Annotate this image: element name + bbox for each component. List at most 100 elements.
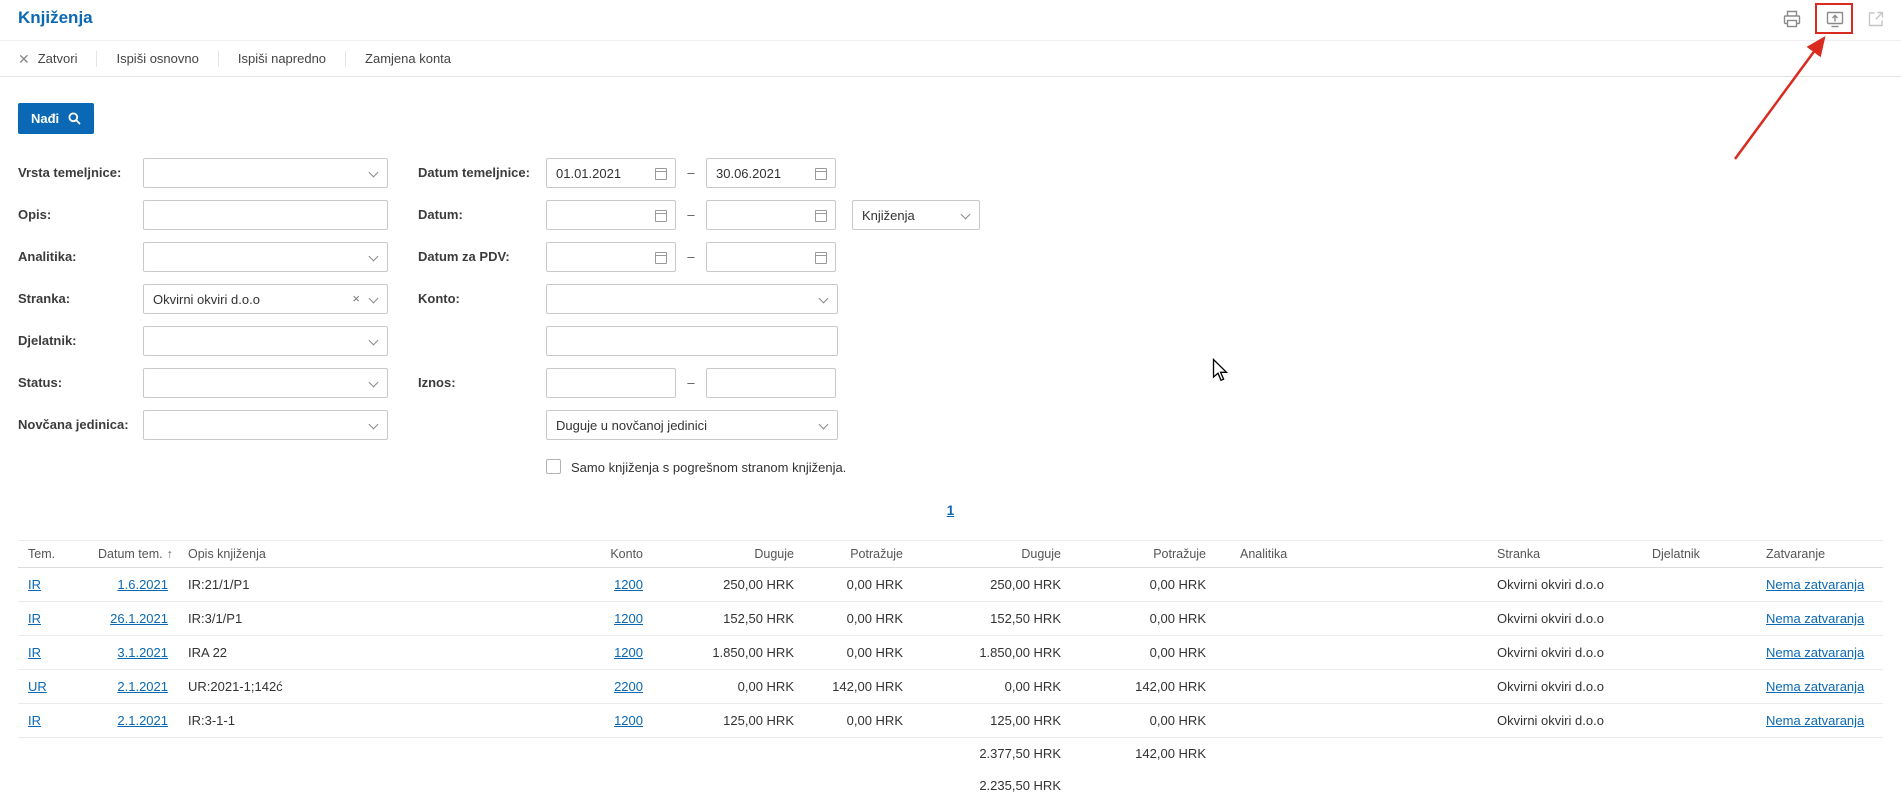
print-advanced-button[interactable]: Ispiši napredno — [238, 51, 326, 66]
calendar-icon — [815, 168, 827, 180]
iznos-mode-select[interactable]: Duguje u novčanoj jedinici — [546, 410, 838, 440]
clear-icon[interactable]: × — [352, 291, 360, 306]
totals-row: 2.377,50 HRK 142,00 HRK — [18, 738, 1883, 770]
konto-text-input[interactable] — [546, 326, 838, 356]
konto-link[interactable]: 1200 — [614, 577, 643, 592]
stranka-select[interactable]: Okvirni okviri d.o.o × — [143, 284, 388, 314]
col-header-potrazuje-2[interactable]: Potražuje — [1071, 540, 1216, 568]
print-basic-button[interactable]: Ispiši osnovno — [116, 51, 198, 66]
iznos-to-input[interactable] — [706, 368, 836, 398]
duguje-nj-cell: 125,00 HRK — [653, 703, 804, 738]
konto-link[interactable]: 1200 — [614, 713, 643, 728]
potrazuje-cell: 0,00 HRK — [1071, 635, 1216, 670]
datum-link[interactable]: 1.6.2021 — [117, 577, 168, 592]
zatvaranje-link[interactable]: Nema zatvaranja — [1766, 645, 1864, 660]
datum-pdv-from-input[interactable] — [546, 242, 676, 272]
replace-account-button[interactable]: Zamjena konta — [365, 51, 451, 66]
col-header-zatvaranje[interactable]: Zatvaranje — [1746, 540, 1883, 568]
col-header-analitika[interactable]: Analitika — [1216, 540, 1477, 568]
page-link-1[interactable]: 1 — [947, 503, 955, 518]
col-header-opis[interactable]: Opis knjiženja — [178, 540, 508, 568]
total-potrazuje: 142,00 HRK — [1135, 746, 1206, 762]
chevron-down-icon — [368, 167, 379, 178]
opis-cell: UR:2021-1;142ć — [178, 669, 508, 704]
status-select[interactable] — [143, 368, 388, 398]
konto-link[interactable]: 1200 — [614, 611, 643, 626]
konto-link[interactable]: 2200 — [614, 679, 643, 694]
close-label: Zatvori — [37, 51, 78, 66]
chevron-down-icon — [368, 251, 379, 262]
chevron-down-icon — [368, 293, 379, 304]
col-header-konto[interactable]: Konto — [508, 540, 653, 568]
datum-from-input[interactable] — [546, 200, 676, 230]
potrazuje-nj-cell: 0,00 HRK — [804, 703, 913, 738]
export-icon[interactable] — [1823, 7, 1847, 31]
opis-input[interactable] — [143, 200, 388, 230]
duguje-nj-cell: 1.850,00 HRK — [653, 635, 804, 670]
table-row: IR 2.1.2021 IR:3-1-1 1200 125,00 HRK 0,0… — [18, 703, 1883, 738]
close-button[interactable]: ✕ Zatvori — [18, 51, 77, 66]
zatvaranje-link[interactable]: Nema zatvaranja — [1766, 577, 1864, 592]
wrong-side-checkbox[interactable] — [546, 459, 561, 474]
stranka-cell: Okvirni okviri d.o.o — [1477, 703, 1632, 738]
tem-link[interactable]: IR — [28, 713, 41, 728]
datum-label: Datum: — [418, 207, 463, 222]
col-header-tem[interactable]: Tem. — [18, 540, 88, 568]
print-icon[interactable] — [1780, 7, 1804, 31]
zatvaranje-link[interactable]: Nema zatvaranja — [1766, 713, 1864, 728]
datum-pdv-to-input[interactable] — [706, 242, 836, 272]
range-dash: – — [687, 375, 695, 390]
toolbar-divider — [217, 50, 219, 67]
konto-label: Konto: — [418, 291, 460, 306]
col-header-datum[interactable]: Datum tem. ↑ — [88, 540, 178, 568]
konto-link[interactable]: 1200 — [614, 645, 643, 660]
stranka-label: Stranka: — [18, 291, 71, 306]
iznos-from-input[interactable] — [546, 368, 676, 398]
stranka-cell: Okvirni okviri d.o.o — [1477, 669, 1632, 704]
chevron-down-icon — [368, 419, 379, 430]
status-label: Status: — [18, 375, 63, 390]
djelatnik-select[interactable] — [143, 326, 388, 356]
find-button-label: Nađi — [31, 111, 60, 126]
konto-select[interactable] — [546, 284, 838, 314]
novcana-jedinica-select[interactable] — [143, 410, 388, 440]
datum-mode-select[interactable]: Knjiženja — [852, 200, 980, 230]
datum-link[interactable]: 26.1.2021 — [110, 611, 168, 626]
stranka-cell: Okvirni okviri d.o.o — [1477, 567, 1632, 602]
col-header-duguje-2[interactable]: Duguje — [913, 540, 1071, 568]
duguje-cell: 125,00 HRK — [913, 703, 1071, 738]
popout-icon[interactable] — [1864, 7, 1888, 31]
djelatnik-cell — [1632, 601, 1746, 636]
zatvaranje-link[interactable]: Nema zatvaranja — [1766, 679, 1864, 694]
vrsta-temeljnice-label: Vrsta temeljnice: — [18, 165, 122, 180]
range-dash: – — [687, 165, 695, 180]
datum-temeljnice-from-input[interactable]: 01.01.2021 — [546, 158, 676, 188]
find-button[interactable]: Nađi — [18, 103, 95, 134]
datum-link[interactable]: 2.1.2021 — [117, 679, 168, 694]
potrazuje-nj-cell: 0,00 HRK — [804, 601, 913, 636]
col-header-duguje-1[interactable]: Duguje — [653, 540, 804, 568]
col-header-stranka[interactable]: Stranka — [1477, 540, 1632, 568]
tem-link[interactable]: IR — [28, 577, 41, 592]
potrazuje-nj-cell: 0,00 HRK — [804, 635, 913, 670]
analitika-select[interactable] — [143, 242, 388, 272]
djelatnik-cell — [1632, 669, 1746, 704]
tem-link[interactable]: IR — [28, 645, 41, 660]
datum-to-input[interactable] — [706, 200, 836, 230]
datum-link[interactable]: 3.1.2021 — [117, 645, 168, 660]
col-header-djelatnik[interactable]: Djelatnik — [1632, 540, 1746, 568]
datum-temeljnice-to-input[interactable]: 30.06.2021 — [706, 158, 836, 188]
col-header-potrazuje-1[interactable]: Potražuje — [804, 540, 913, 568]
duguje-cell: 1.850,00 HRK — [913, 635, 1071, 670]
zatvaranje-link[interactable]: Nema zatvaranja — [1766, 611, 1864, 626]
table-header-row: Tem. Datum tem. ↑ Opis knjiženja Konto Du… — [18, 540, 1883, 568]
datum-temeljnice-from-value: 01.01.2021 — [556, 165, 622, 181]
opis-cell: IR:3-1-1 — [178, 703, 508, 738]
close-icon: ✕ — [18, 50, 30, 67]
datum-mode-value: Knjiženja — [862, 207, 915, 223]
tem-link[interactable]: IR — [28, 611, 41, 626]
tem-link[interactable]: UR — [28, 679, 47, 694]
annotation-arrow — [1733, 35, 1826, 160]
datum-link[interactable]: 2.1.2021 — [117, 713, 168, 728]
vrsta-temeljnice-select[interactable] — [143, 158, 388, 188]
